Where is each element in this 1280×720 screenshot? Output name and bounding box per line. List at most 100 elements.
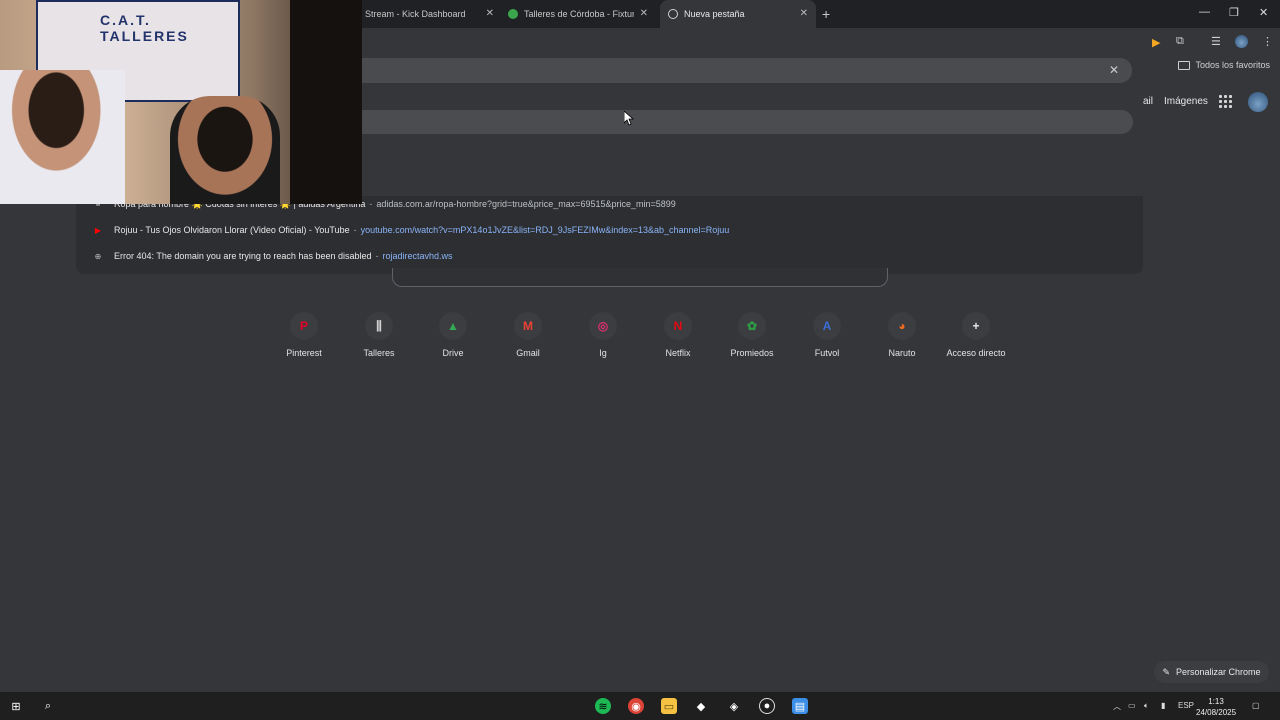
- futvol-icon: A: [813, 312, 841, 340]
- obs-icon[interactable]: ●: [759, 698, 775, 714]
- tab-kick-dashboard[interactable]: Stream - Kick Dashboard ✕: [362, 0, 502, 28]
- minimize-icon[interactable]: —: [1199, 6, 1210, 18]
- tab-label: Nueva pestaña: [684, 9, 745, 19]
- person-left: [0, 70, 125, 204]
- media-control-icon[interactable]: ☰: [1211, 35, 1221, 48]
- address-bar[interactable]: [362, 58, 1132, 83]
- shortcut-tile[interactable]: ▲ Drive: [418, 312, 488, 358]
- separator: -: [369, 199, 373, 209]
- youtube-icon: ▶: [94, 225, 102, 235]
- talleres-icon: ⫼: [365, 312, 393, 340]
- all-bookmarks-label: Todos los favoritos: [1195, 60, 1270, 70]
- customize-chrome-button[interactable]: ✎ Personalizar Chrome: [1154, 661, 1269, 683]
- shortcut-tile[interactable]: ✿ Promiedos: [717, 312, 787, 358]
- gmail-link[interactable]: ail: [1143, 96, 1153, 107]
- restore-icon[interactable]: ❐: [1229, 6, 1239, 19]
- suggestion-title: Rojuu - Tus Ojos Olvidaron Llorar (Video…: [114, 225, 350, 235]
- shortcut-tile[interactable]: ⫼ Talleres: [344, 312, 414, 358]
- folder-icon: [1178, 60, 1191, 70]
- shortcut-tile[interactable]: ◎ Ig: [568, 312, 638, 358]
- omnibox-suggestions: ≡ Ropa para hombre 🌟 Cuotas sin interés …: [76, 196, 1143, 274]
- shortcut-label: Talleres: [363, 348, 395, 358]
- clock-time: 1:13: [1208, 697, 1224, 706]
- clock-date: 24/08/2025: [1196, 708, 1237, 717]
- network-icon[interactable]: ▭: [1128, 701, 1136, 710]
- chrome-icon[interactable]: ◉: [628, 698, 644, 714]
- gmail-icon: M: [514, 312, 542, 340]
- plus-icon: +: [962, 312, 990, 340]
- tab-talleres[interactable]: Talleres de Córdoba - Fixture, T ✕: [504, 0, 656, 28]
- flag-text: C.A.T. TALLERES: [100, 12, 189, 44]
- close-tab-icon[interactable]: ✕: [486, 8, 494, 19]
- tab-label: Talleres de Córdoba - Fixture, T: [524, 9, 634, 19]
- google-apps-icon[interactable]: [1219, 95, 1232, 108]
- images-link[interactable]: Imágenes: [1164, 96, 1208, 107]
- customize-label: Personalizar Chrome: [1176, 667, 1261, 677]
- separator: -: [353, 225, 357, 235]
- shortcut-label: Promiedos: [730, 348, 774, 358]
- menu-kebab-icon[interactable]: ⋮: [1262, 35, 1273, 48]
- kick-app-icon[interactable]: ◈: [726, 698, 742, 714]
- tab-label: Stream - Kick Dashboard: [365, 9, 466, 19]
- suggestion-highlight[interactable]: [362, 110, 1133, 134]
- shortcut-tile[interactable]: N Netflix: [643, 312, 713, 358]
- volume-icon[interactable]: 🔈︎: [1144, 701, 1149, 711]
- shortcut-label: Pinterest: [286, 348, 322, 358]
- file-explorer-icon[interactable]: ▭: [661, 698, 677, 714]
- tray-chevron-icon[interactable]: ︿: [1113, 701, 1121, 712]
- shortcut-label: Ig: [599, 348, 607, 358]
- shortcut-label: Netflix: [665, 348, 691, 358]
- shortcut-tile[interactable]: M Gmail: [493, 312, 563, 358]
- search-icon[interactable]: ⌕: [40, 698, 56, 714]
- suggestion-row[interactable]: ⊕ Error 404: The domain you are trying t…: [76, 244, 1143, 268]
- google-search-box[interactable]: [392, 268, 888, 287]
- close-window-icon[interactable]: ✕: [1259, 6, 1268, 19]
- microphone-icon[interactable]: ▮: [1161, 701, 1165, 710]
- suggestion-url: adidas.com.ar/ropa-hombre?grid=true&pric…: [376, 199, 676, 209]
- shortcut-label: Drive: [442, 348, 464, 358]
- spotify-icon[interactable]: ≋: [595, 698, 611, 714]
- close-icon[interactable]: ✕: [1109, 63, 1119, 77]
- person-center: [170, 96, 280, 204]
- close-tab-icon[interactable]: ✕: [640, 8, 648, 19]
- kick-extension-icon[interactable]: ▶: [1152, 36, 1160, 49]
- system-clock[interactable]: 1:13 24/08/2025: [1196, 696, 1236, 718]
- suggestion-title: Error 404: The domain you are trying to …: [114, 251, 372, 261]
- extensions-icon[interactable]: ⧉: [1176, 35, 1184, 48]
- language-indicator[interactable]: ESP: [1178, 701, 1194, 710]
- shortcut-tile[interactable]: P Pinterest: [269, 312, 339, 358]
- chrome-favicon-icon: [668, 9, 678, 19]
- naruto-icon: ◕: [888, 312, 916, 340]
- pencil-icon: ✎: [1162, 666, 1170, 677]
- windows-taskbar: ⊞ ⌕ ≋ ◉ ▭ ◆ ◈ ● ▤ ︿ ▭ 🔈︎ ▮ ESP ▢: [0, 692, 1280, 720]
- talleres-favicon-icon: [508, 9, 518, 19]
- new-tab-icon[interactable]: +: [822, 6, 830, 22]
- suggestion-url: youtube.com/watch?v=mPX14o1JvZE&list=RDJ…: [360, 225, 730, 235]
- shortcut-tile[interactable]: ◕ Naruto: [867, 312, 937, 358]
- notifications-icon[interactable]: ▢: [1252, 701, 1260, 710]
- globe-icon: ⊕: [94, 251, 102, 261]
- shortcut-label: Futvol: [814, 348, 840, 358]
- netflix-icon: N: [664, 312, 692, 340]
- window-app-icon[interactable]: ▤: [792, 698, 808, 714]
- app-icon[interactable]: ◆: [693, 698, 709, 714]
- webcam-overlay: C.A.T. TALLERES: [0, 0, 362, 204]
- google-avatar[interactable]: [1248, 92, 1268, 112]
- promiedos-icon: ✿: [738, 312, 766, 340]
- mouse-cursor-icon: [624, 111, 634, 126]
- pinterest-icon: P: [290, 312, 318, 340]
- profile-avatar-icon[interactable]: [1235, 35, 1248, 48]
- shortcut-tile[interactable]: A Futvol: [792, 312, 862, 358]
- tab-nueva-pestana[interactable]: Nueva pestaña ✕: [660, 0, 816, 28]
- suggestion-url: rojadirectavhd.ws: [382, 251, 453, 261]
- close-tab-icon[interactable]: ✕: [800, 8, 808, 19]
- separator: -: [375, 251, 379, 261]
- shortcut-label: Gmail: [516, 348, 540, 358]
- suggestion-row[interactable]: ▶ Rojuu - Tus Ojos Olvidaron Llorar (Vid…: [76, 218, 1143, 242]
- drive-icon: ▲: [439, 312, 467, 340]
- shortcut-label: Acceso directo: [946, 348, 1006, 358]
- windows-start-icon[interactable]: ⊞: [8, 698, 24, 714]
- instagram-icon: ◎: [589, 312, 617, 340]
- shortcut-tile[interactable]: + Acceso directo: [941, 312, 1011, 358]
- all-bookmarks[interactable]: Todos los favoritos: [1178, 60, 1270, 70]
